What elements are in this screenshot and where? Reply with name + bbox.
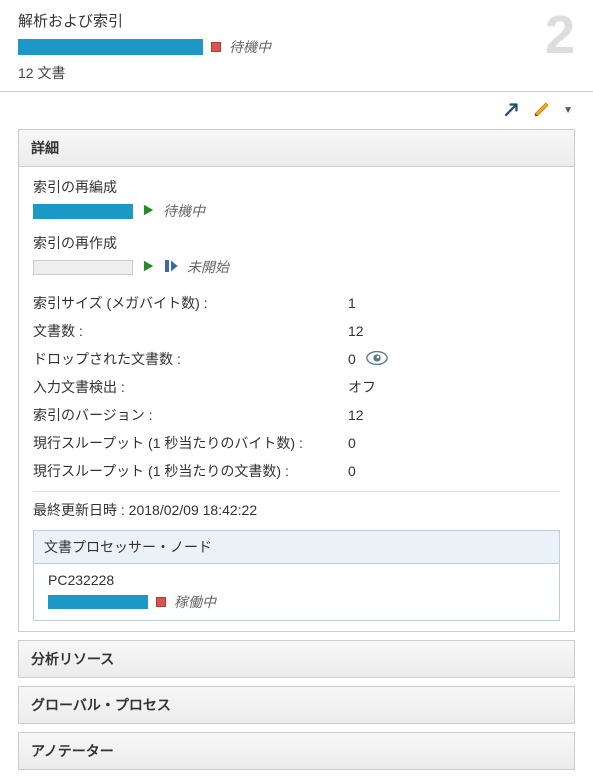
collapsed-panel-global[interactable]: グローバル・プロセス xyxy=(18,686,575,724)
collapsed-panel-annotator[interactable]: アノテーター xyxy=(18,732,575,770)
reorg-label: 索引の再編成 xyxy=(33,177,560,197)
kv-val: 12 xyxy=(348,405,364,425)
kv-row: 索引のバージョン : 12 xyxy=(33,401,560,429)
reorg-status: 待機中 xyxy=(163,201,205,221)
play-icon[interactable] xyxy=(141,259,155,276)
kv-key: 現行スループット (1 秒当たりのバイト数) : xyxy=(33,433,348,453)
pencil-icon[interactable] xyxy=(533,100,551,121)
toolbar: ▼ xyxy=(0,92,593,129)
resume-flag-icon[interactable] xyxy=(163,258,179,277)
detail-panel-header[interactable]: 詳細 xyxy=(19,130,574,167)
last-update-label: 最終更新日時 : xyxy=(33,502,125,518)
last-update-row: 最終更新日時 : 2018/02/09 18:42:22 xyxy=(33,491,560,520)
node-box-header[interactable]: 文書プロセッサー・ノード xyxy=(34,531,559,564)
detail-panel: 詳細 索引の再編成 待機中 索引の再作成 未開始 xyxy=(18,129,575,632)
kv-val: オフ xyxy=(348,377,376,397)
node-name: PC232228 xyxy=(48,572,545,588)
header-progress-bar xyxy=(18,39,203,55)
stop-status-icon xyxy=(211,42,221,52)
reorg-section: 索引の再編成 待機中 xyxy=(33,177,560,221)
last-update-value: 2018/02/09 18:42:22 xyxy=(129,502,257,518)
kv-key: 入力文書検出 : xyxy=(33,377,348,397)
node-bar-row: 稼働中 xyxy=(48,592,545,612)
eye-icon[interactable] xyxy=(366,350,388,369)
rebuild-bar-row: 未開始 xyxy=(33,257,560,277)
kv-val: 0 xyxy=(348,461,356,481)
kv-key: 索引サイズ (メガバイト数) : xyxy=(33,293,348,313)
doc-count-text: 12 文書 xyxy=(18,63,575,83)
header-progress-row: 待機中 xyxy=(18,37,575,57)
rebuild-label: 索引の再作成 xyxy=(33,233,560,253)
kv-val: 1 xyxy=(348,293,356,313)
kv-val: 0 xyxy=(348,349,388,369)
kv-val: 12 xyxy=(348,321,364,341)
reorg-bar-row: 待機中 xyxy=(33,201,560,221)
kv-row: 文書数 : 12 xyxy=(33,317,560,345)
kv-row: 索引サイズ (メガバイト数) : 1 xyxy=(33,289,560,317)
caret-down-icon[interactable]: ▼ xyxy=(563,105,573,116)
node-status: 稼働中 xyxy=(174,592,216,612)
header-section: 2 解析および索引 待機中 12 文書 xyxy=(0,0,593,92)
node-box: 文書プロセッサー・ノード PC232228 稼働中 xyxy=(33,530,560,621)
rebuild-section: 索引の再作成 未開始 xyxy=(33,233,560,277)
stop-status-icon xyxy=(156,597,166,607)
kv-val-text: 0 xyxy=(348,351,356,367)
kv-table: 索引サイズ (メガバイト数) : 1 文書数 : 12 ドロップされた文書数 :… xyxy=(33,289,560,485)
kv-row: 入力文書検出 : オフ xyxy=(33,373,560,401)
kv-key: 現行スループット (1 秒当たりの文書数) : xyxy=(33,461,348,481)
header-title: 解析および索引 xyxy=(18,10,575,31)
big-number: 2 xyxy=(545,8,575,62)
play-icon[interactable] xyxy=(141,203,155,220)
kv-key: 索引のバージョン : xyxy=(33,405,348,425)
header-status-text: 待機中 xyxy=(229,37,271,57)
node-box-body: PC232228 稼働中 xyxy=(34,564,559,620)
kv-val: 0 xyxy=(348,433,356,453)
reorg-progress-bar xyxy=(33,204,133,219)
kv-row: 現行スループット (1 秒当たりのバイト数) : 0 xyxy=(33,429,560,457)
rebuild-progress-bar xyxy=(33,260,133,275)
rebuild-status: 未開始 xyxy=(187,257,229,277)
kv-row: 現行スループット (1 秒当たりの文書数) : 0 xyxy=(33,457,560,485)
detail-panel-body: 索引の再編成 待機中 索引の再作成 未開始 xyxy=(19,167,574,631)
collapsed-panel-analysis[interactable]: 分析リソース xyxy=(18,640,575,678)
kv-key: ドロップされた文書数 : xyxy=(33,349,348,369)
kv-row: ドロップされた文書数 : 0 xyxy=(33,345,560,373)
node-progress-bar xyxy=(48,595,148,609)
arrow-up-right-icon[interactable] xyxy=(503,100,521,121)
kv-key: 文書数 : xyxy=(33,321,348,341)
